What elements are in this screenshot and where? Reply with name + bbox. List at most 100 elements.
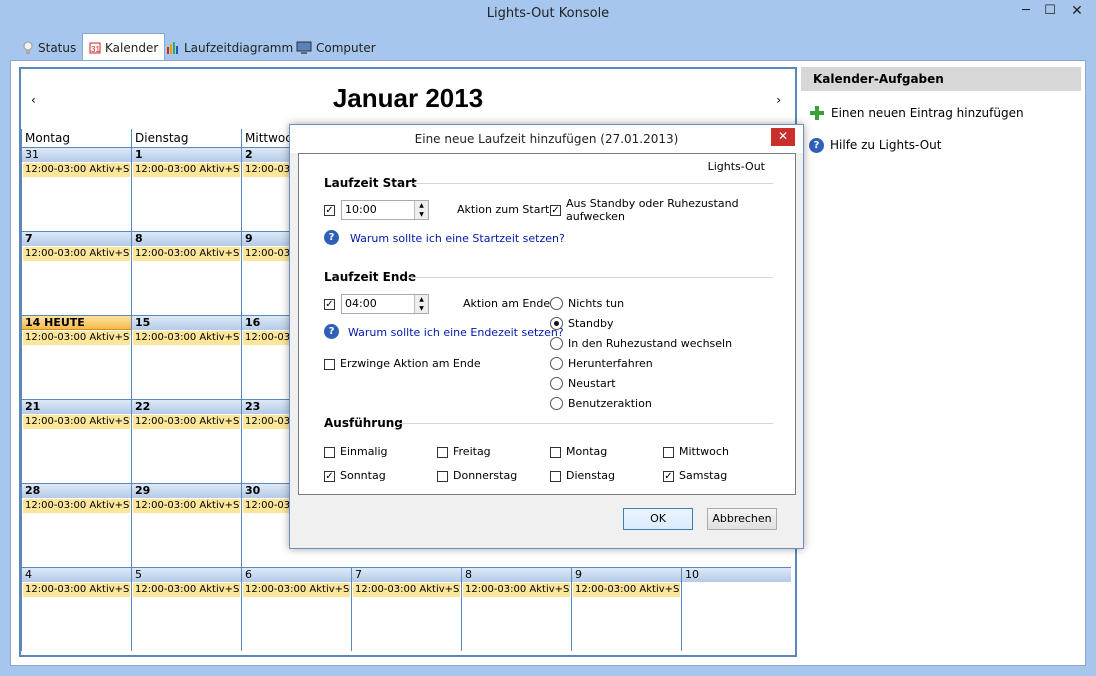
bar-chart-icon (167, 42, 178, 54)
tasks-header: Kalender-Aufgaben (801, 67, 1081, 91)
maximize-button[interactable]: ☐ (1038, 2, 1062, 22)
day-number: 8 (462, 568, 571, 582)
calendar-event[interactable]: 12:00-03:00 Aktiv+Sta (133, 331, 240, 345)
start-enabled-checkbox[interactable]: ✓ (324, 205, 335, 216)
close-window-button[interactable]: ✕ (1064, 2, 1090, 22)
wake-checkbox[interactable]: ✓ (550, 205, 561, 216)
end-action-radio[interactable] (550, 357, 563, 370)
calendar-event[interactable]: 12:00-03:00 Aktiv+Sta (243, 583, 350, 597)
calendar-event[interactable]: 12:00-03:00 Aktiv+Sta (23, 499, 130, 513)
end-enabled-checkbox[interactable]: ✓ (324, 299, 335, 310)
weekday-checkbox[interactable]: ✓ (663, 471, 674, 482)
end-help-link[interactable]: Warum sollte ich eine Endezeit setzen? (348, 326, 564, 339)
end-action-radio[interactable] (550, 377, 563, 390)
weekday-checkbox[interactable] (550, 447, 561, 458)
end-action-option-label: Benutzeraktion (568, 397, 652, 410)
brand-label: Lights-Out (707, 160, 765, 173)
ok-button[interactable]: OK (623, 508, 693, 530)
calendar-day[interactable]: 8 12:00-03:00 Aktiv+Sta (461, 567, 571, 651)
dialog-close-button[interactable]: ✕ (771, 128, 795, 146)
end-action-label: Aktion am Ende: (463, 297, 554, 310)
calendar-event[interactable]: 12:00-03:00 Aktiv+Sta (133, 499, 240, 513)
end-action-radio[interactable] (550, 337, 563, 350)
calendar-event[interactable]: 12:00-03:00 Aktiv+Sta (133, 247, 240, 261)
weekday-checkbox[interactable] (437, 471, 448, 482)
minimize-button[interactable]: ─ (1014, 2, 1038, 22)
calendar-icon: 31 (89, 42, 101, 54)
day-number: 15 (132, 316, 241, 330)
end-time-input[interactable]: 04:00 ▲ ▼ (341, 294, 429, 314)
calendar-day[interactable]: 7 12:00-03:00 Aktiv+Sta (351, 567, 461, 651)
tab-bar: Status 31 Kalender Laufzeitdiagramm Comp… (10, 33, 1086, 62)
weekday-checkbox[interactable]: ✓ (324, 471, 335, 482)
increment-button[interactable]: ▲ (414, 201, 428, 210)
bulb-icon (23, 41, 33, 54)
end-action-radio[interactable] (550, 317, 563, 330)
calendar-day[interactable]: 15 12:00-03:00 Aktiv+Sta (131, 315, 241, 399)
calendar-day[interactable]: 29 12:00-03:00 Aktiv+Sta (131, 483, 241, 567)
end-action-option-label: Nichts tun (568, 297, 625, 310)
weekday-label: Donnerstag (453, 469, 518, 482)
weekday-checkbox[interactable] (663, 447, 674, 458)
execution-section-title: Ausführung (324, 416, 403, 430)
start-action-label: Aktion zum Start: (457, 203, 553, 216)
tab-kalender[interactable]: 31 Kalender (82, 33, 166, 62)
end-action-radio[interactable] (550, 297, 563, 310)
day-number: 28 (22, 484, 131, 498)
tab-status[interactable]: Status (16, 35, 82, 61)
decrement-button[interactable]: ▼ (414, 210, 428, 219)
calendar-day[interactable]: 10 (681, 567, 791, 651)
weekday-label: Freitag (453, 445, 491, 458)
calendar-event[interactable]: 12:00-03:00 Aktiv+Sta (23, 247, 130, 261)
day-number: 21 (22, 400, 131, 414)
force-action-checkbox[interactable] (324, 359, 335, 370)
calendar-event[interactable]: 12:00-03:00 Aktiv+Sta (23, 415, 130, 429)
day-number: 10 (682, 568, 791, 582)
svg-text:31: 31 (91, 45, 100, 54)
calendar-day[interactable]: 22 12:00-03:00 Aktiv+Sta (131, 399, 241, 483)
day-number: 14 HEUTE (22, 316, 131, 330)
calendar-event[interactable]: 12:00-03:00 Aktiv+Sta (353, 583, 460, 597)
decrement-button[interactable]: ▼ (414, 304, 428, 313)
end-action-option-label: Standby (568, 317, 614, 330)
calendar-event[interactable]: 12:00-03:00 Aktiv+Sta (133, 583, 240, 597)
calendar-event[interactable]: 12:00-03:00 Aktiv+Sta (133, 163, 240, 177)
start-help-link[interactable]: Warum sollte ich eine Startzeit setzen? (350, 232, 565, 245)
calendar-day[interactable]: 21 12:00-03:00 Aktiv+Sta (21, 399, 131, 483)
day-number: 9 (572, 568, 681, 582)
force-action-label: Erzwinge Aktion am Ende (340, 357, 481, 370)
tab-laufzeitdiagramm[interactable]: Laufzeitdiagramm (160, 35, 299, 61)
calendar-day[interactable]: 7 12:00-03:00 Aktiv+Sta (21, 231, 131, 315)
calendar-day[interactable]: 28 12:00-03:00 Aktiv+Sta (21, 483, 131, 567)
calendar-event[interactable]: 12:00-03:00 Aktiv+Sta (23, 331, 130, 345)
weekday-checkbox[interactable] (550, 471, 561, 482)
next-month-button[interactable]: › (776, 93, 781, 107)
day-number: 8 (132, 232, 241, 246)
add-entry-link[interactable]: Einen neuen Eintrag hinzufügen (801, 97, 1081, 129)
help-link[interactable]: ? Hilfe zu Lights-Out (801, 129, 1081, 161)
calendar-event[interactable]: 12:00-03:00 Aktiv+Sta (23, 583, 130, 597)
end-action-radio[interactable] (550, 397, 563, 410)
calendar-day[interactable]: 1 12:00-03:00 Aktiv+Sta (131, 147, 241, 231)
calendar-day[interactable]: 6 12:00-03:00 Aktiv+Sta (241, 567, 351, 651)
tab-computer[interactable]: Computer (290, 35, 382, 61)
calendar-event[interactable]: 12:00-03:00 Aktiv+Sta (573, 583, 680, 597)
calendar-day[interactable]: 8 12:00-03:00 Aktiv+Sta (131, 231, 241, 315)
calendar-event[interactable]: 12:00-03:00 Aktiv+Sta (133, 415, 240, 429)
help-icon: ? (809, 137, 824, 153)
calendar-day[interactable]: 4 12:00-03:00 Aktiv+Sta (21, 567, 131, 651)
calendar-event[interactable]: 12:00-03:00 Aktiv+Sta (23, 163, 130, 177)
help-icon: ? (324, 230, 339, 245)
calendar-day[interactable]: 912:00-03:00 Aktiv+Sta (571, 567, 681, 651)
weekday-checkbox[interactable] (324, 447, 335, 458)
cancel-button[interactable]: Abbrechen (707, 508, 777, 530)
increment-button[interactable]: ▲ (414, 295, 428, 304)
weekday-checkbox[interactable] (437, 447, 448, 458)
weekday-label: Einmalig (340, 445, 388, 458)
start-time-input[interactable]: 10:00 ▲ ▼ (341, 200, 429, 220)
calendar-day[interactable]: 31 12:00-03:00 Aktiv+Sta (21, 147, 131, 231)
task-label: Einen neuen Eintrag hinzufügen (831, 106, 1024, 120)
calendar-event[interactable]: 12:00-03:00 Aktiv+Sta (463, 583, 570, 597)
calendar-day[interactable]: 14 HEUTE 12:00-03:00 Aktiv+Sta (21, 315, 131, 399)
calendar-day[interactable]: 5 12:00-03:00 Aktiv+Sta (131, 567, 241, 651)
